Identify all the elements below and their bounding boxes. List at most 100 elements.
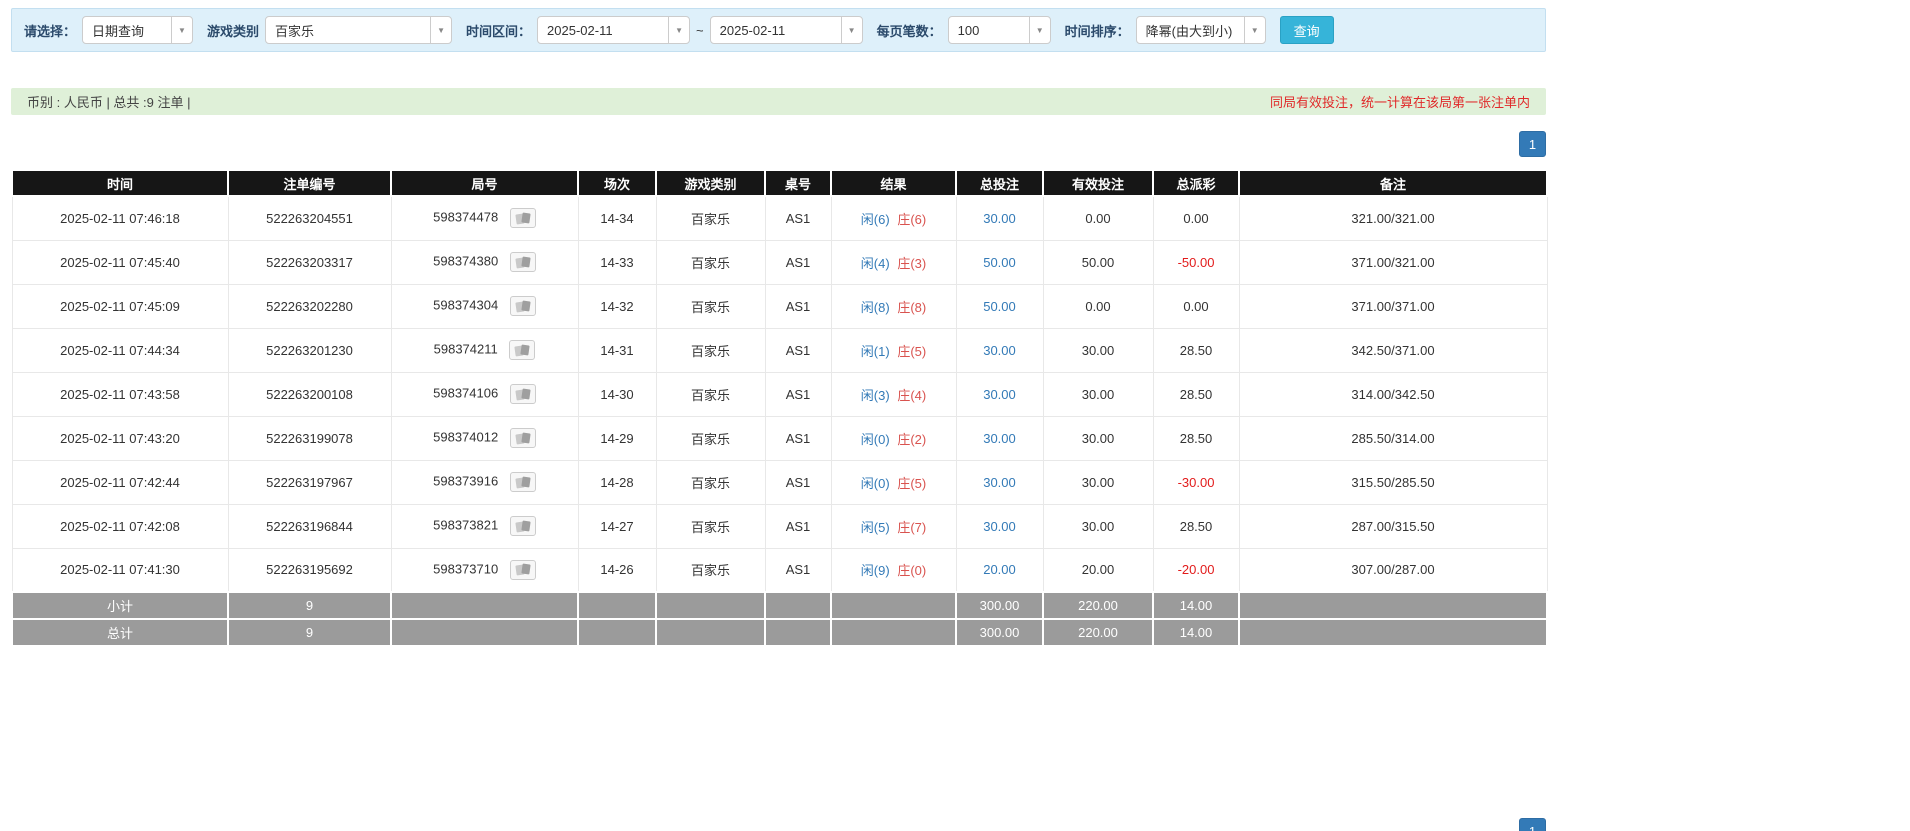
total-bet-link[interactable]: 50.00 [983,299,1016,314]
page-1-button[interactable]: 1 [1519,818,1546,831]
subtotal-label: 小计 [11,591,229,620]
round-id: 598373821 [433,517,499,533]
total-valid-bet: 220.00 [1042,618,1154,647]
table-number: AS1 [764,327,832,373]
view-round-button[interactable] [509,296,536,316]
session: 14-32 [577,283,657,329]
footer-empty-cell [390,591,579,620]
view-round-button[interactable] [509,559,536,580]
result-banker: 庄(5) [897,343,927,359]
remark: 321.00/321.00 [1238,195,1548,241]
result-cell: 闲(8) 庄(8) [830,283,957,329]
footer-empty-cell [830,618,957,647]
table-row: 2025-02-11 07:42:44 522263197967 5983739… [11,459,1548,505]
cards-icon [515,432,531,444]
result-player: 闲(0) [860,431,890,447]
page-1-button[interactable]: 1 [1519,131,1546,157]
chevron-down-icon: ▼ [840,17,862,43]
game-type-select[interactable]: 百家乐 ▼ [265,16,453,44]
bet-id: 522263199078 [227,415,392,461]
subtotal-payout: 14.00 [1152,591,1240,620]
filter-bar: 请选择： 日期查询 ▼ 游戏类别 百家乐 ▼ 时间区间： 2025-02-11 … [11,8,1546,52]
view-round-button[interactable] [509,208,536,229]
session: 14-33 [577,239,657,285]
query-type-select[interactable]: 日期查询 ▼ [82,16,194,44]
view-round-button[interactable] [509,472,536,492]
remark: 371.00/321.00 [1238,239,1548,285]
result-banker: 庄(7) [897,519,927,535]
remark: 307.00/287.00 [1238,547,1548,593]
total-bet-link[interactable]: 30.00 [983,211,1016,226]
table-number: AS1 [764,415,832,461]
payout: 28.50 [1152,415,1240,461]
table-number: AS1 [764,547,832,593]
round-id: 598374211 [433,341,498,357]
footer-empty-cell [655,591,766,620]
total-bet-link[interactable]: 30.00 [983,519,1016,534]
result-player: 闲(8) [860,299,890,315]
col-header-game-type: 游戏类别 [655,169,766,197]
bet-time: 2025-02-11 07:46:18 [11,195,229,241]
round-cell: 598373916 [390,459,579,505]
round-id: 598374012 [433,429,499,445]
payout: 28.50 [1152,371,1240,417]
result-banker: 庄(4) [897,387,927,403]
footer-empty-cell [764,618,832,647]
page-size-value: 100 [957,22,980,38]
remark: 287.00/315.50 [1238,503,1548,549]
total-bet-link[interactable]: 30.00 [983,475,1016,490]
view-round-button[interactable] [509,428,536,448]
chevron-down-icon: ▼ [1028,17,1050,43]
total-bet-link[interactable]: 50.00 [983,255,1016,270]
chevron-down-icon: ▼ [1243,17,1265,43]
total-bet-link[interactable]: 30.00 [983,431,1016,446]
result-banker: 庄(3) [897,255,927,271]
col-header-session: 场次 [577,169,657,197]
total-bet-link[interactable]: 30.00 [983,343,1016,358]
round-cell: 598373821 [390,503,579,549]
round-id: 598374380 [433,253,499,269]
bet-time: 2025-02-11 07:45:40 [11,239,229,285]
footer-empty-cell [764,591,832,620]
date-to-select[interactable]: 2025-02-11 ▼ [709,16,863,44]
round-cell: 598374012 [390,415,579,461]
view-round-button[interactable] [509,252,536,272]
table-row: 2025-02-11 07:46:18 522263204551 5983744… [11,195,1548,241]
pagination-top: 1 [11,131,1546,157]
remark: 371.00/371.00 [1238,283,1548,329]
cards-icon [514,344,530,356]
page-size-select[interactable]: 100 ▼ [947,16,1051,44]
valid-bet: 0.00 [1042,195,1154,241]
total-bet-link[interactable]: 30.00 [983,387,1016,402]
view-round-button[interactable] [509,340,536,360]
game-type-value: 百家乐 [275,23,315,39]
remark: 314.00/342.50 [1238,371,1548,417]
view-round-button[interactable] [509,516,536,536]
col-header-round-id: 局号 [390,169,579,197]
game-type: 百家乐 [655,371,766,417]
result-banker: 庄(6) [897,211,927,227]
game-type: 百家乐 [655,239,766,285]
search-button[interactable]: 查询 [1279,16,1334,44]
footer-empty-cell [1238,591,1548,620]
date-from-value: 2025-02-11 [547,22,613,38]
game-type-label: 游戏类别 [207,23,260,39]
chevron-down-icon: ▼ [430,17,451,43]
table-number: AS1 [764,503,832,549]
bet-id: 522263202280 [227,283,392,329]
summary-bar: 币别 : 人民币 | 总共 :9 注单 | 同局有效投注，统一计算在该局第一张注… [11,88,1546,115]
session: 14-26 [577,547,657,593]
round-cell: 598373710 [390,547,579,593]
view-round-button[interactable] [509,384,536,404]
date-from-select[interactable]: 2025-02-11 ▼ [537,16,691,44]
session: 14-29 [577,415,657,461]
payout: 28.50 [1152,503,1240,549]
subtotal-count: 9 [227,591,392,620]
sort-select[interactable]: 降幂(由大到小) ▼ [1135,16,1266,44]
bet-id: 522263203317 [227,239,392,285]
round-cell: 598374478 [390,195,579,241]
table-row: 2025-02-11 07:42:08 522263196844 5983738… [11,503,1548,549]
game-type: 百家乐 [655,503,766,549]
total-bet-link[interactable]: 20.00 [983,562,1016,577]
result-cell: 闲(4) 庄(3) [830,239,957,285]
